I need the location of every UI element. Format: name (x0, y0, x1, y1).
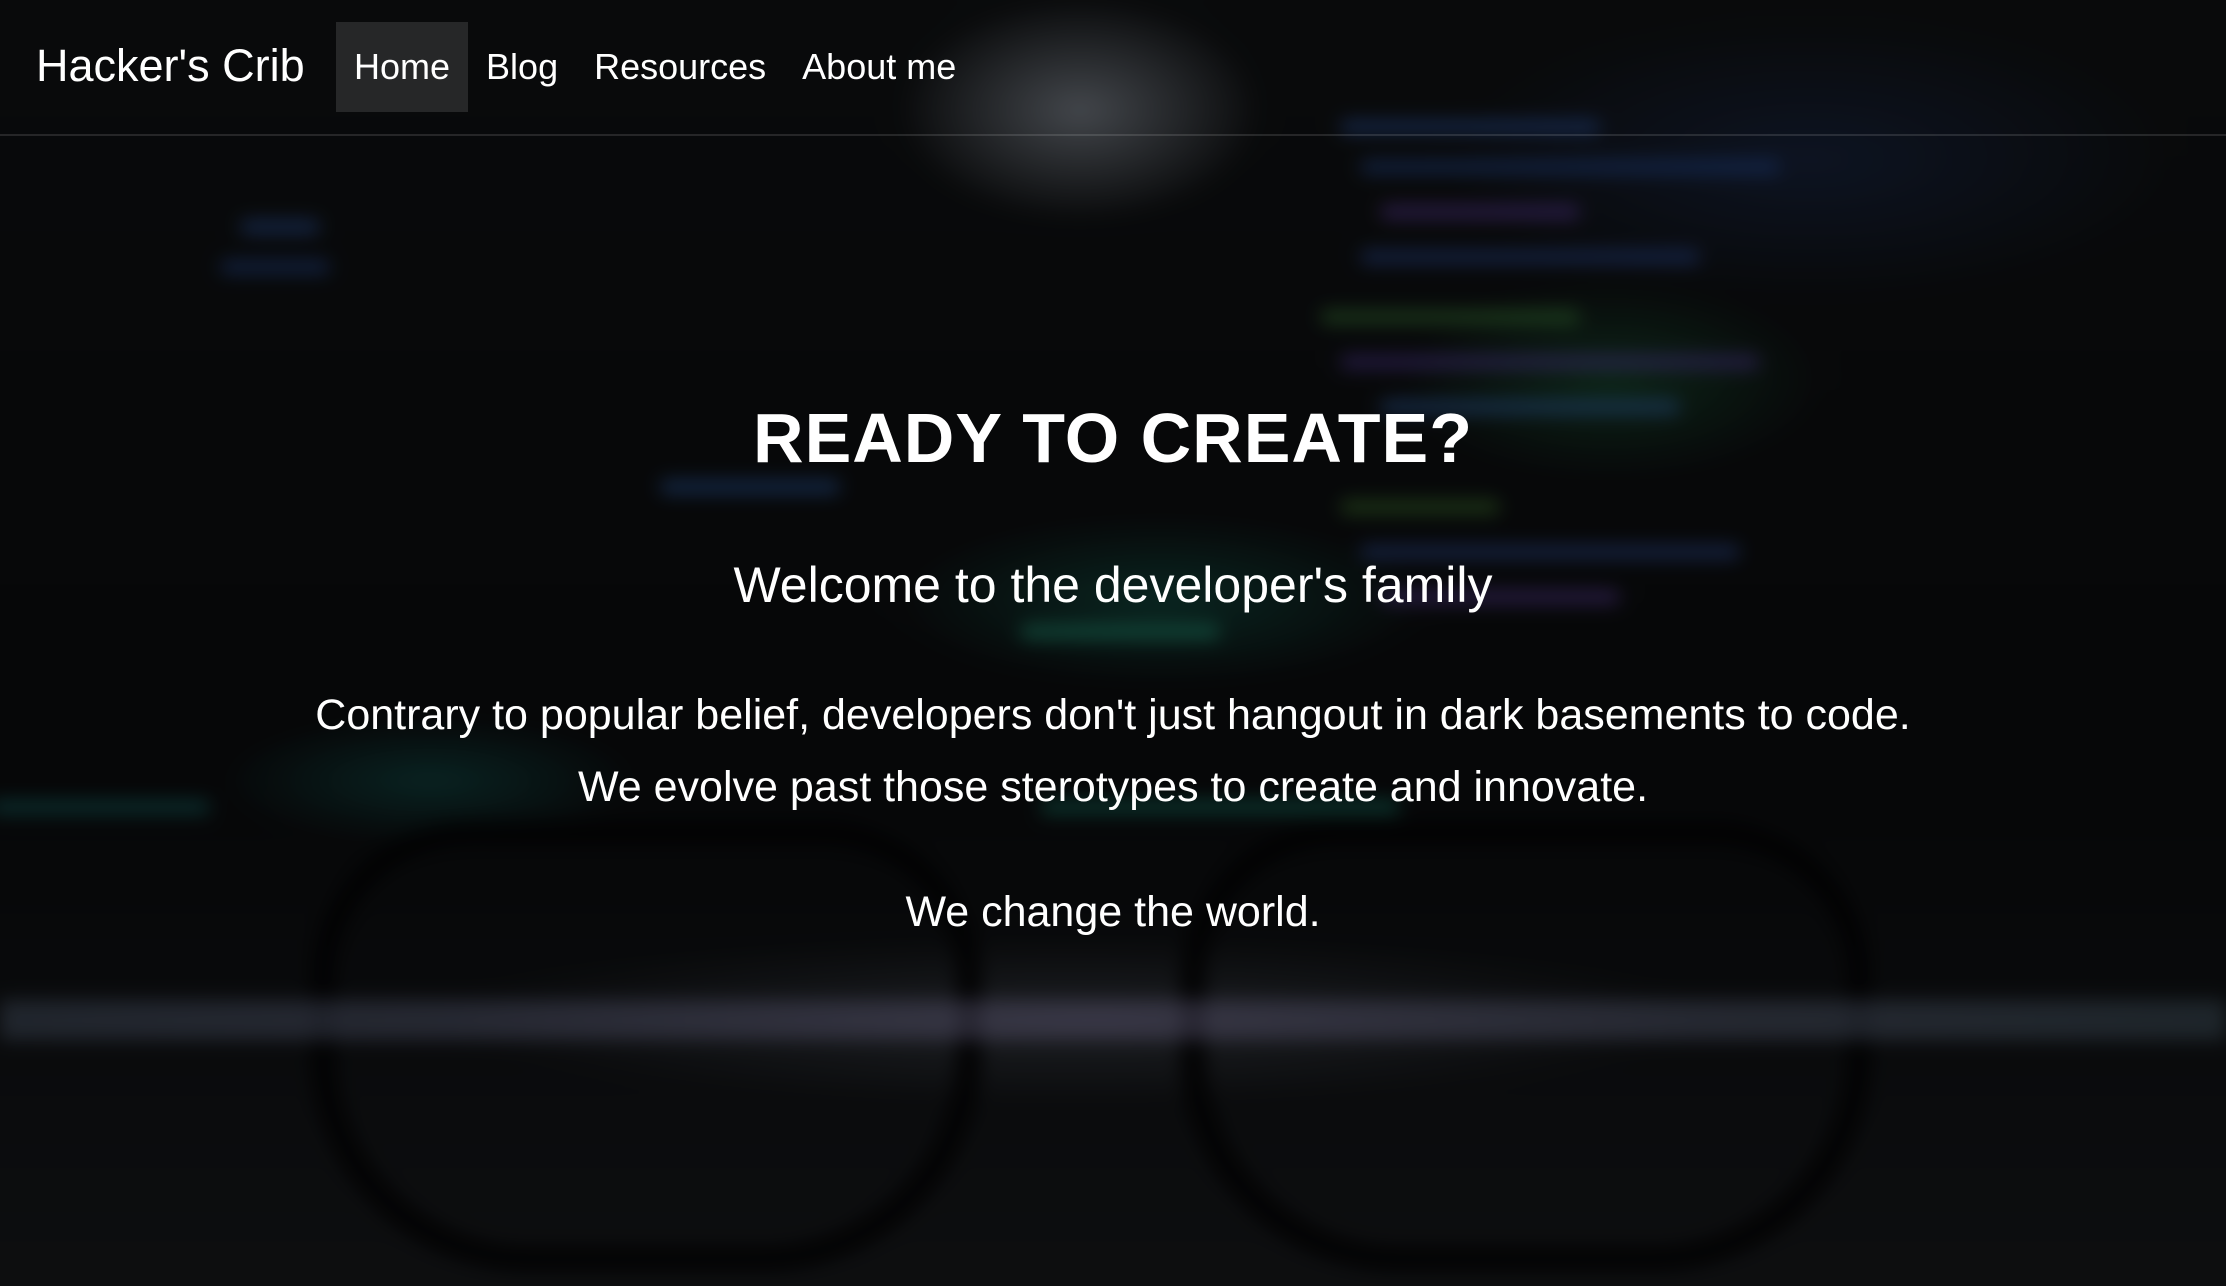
navbar: Hacker's Crib Home Blog Resources About … (0, 0, 2226, 136)
hero-text-line: Contrary to popular belief, developers d… (315, 691, 1911, 739)
hero-subtitle: Welcome to the developer's family (733, 557, 1493, 613)
nav-item-blog[interactable]: Blog (468, 22, 576, 112)
nav-item-about-me[interactable]: About me (784, 22, 974, 112)
hero-text-line: We evolve past those sterotypes to creat… (577, 763, 1649, 811)
nav-item-home[interactable]: Home (336, 22, 469, 112)
nav-menu: Home Blog Resources About me (336, 22, 974, 112)
page: Hacker's Crib Home Blog Resources About … (0, 0, 2226, 1286)
hero-tagline: We change the world. (905, 888, 1321, 936)
hero-title: READY TO CREATE? (753, 399, 1473, 477)
background-overlay (0, 0, 2226, 1286)
nav-item-resources[interactable]: Resources (576, 22, 784, 112)
brand-logo[interactable]: Hacker's Crib (36, 38, 305, 94)
